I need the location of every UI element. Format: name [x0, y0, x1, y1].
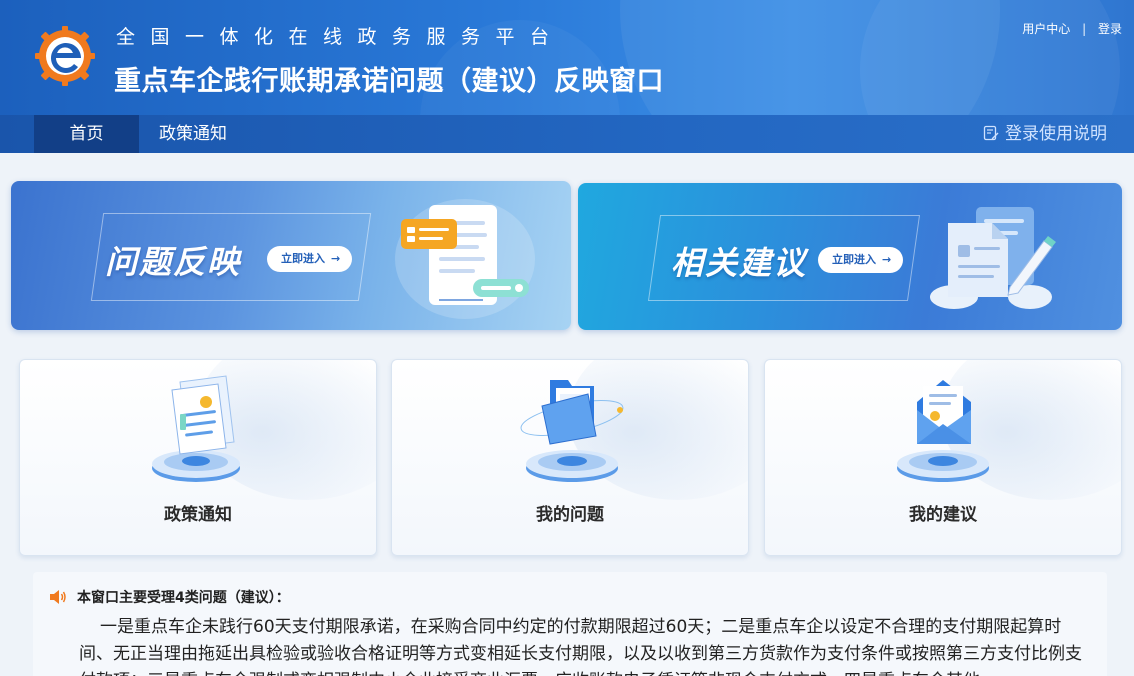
issue-report-enter-button[interactable]: 立即进入 →: [267, 246, 353, 272]
issue-report-banner[interactable]: 问题反映 立即进入 →: [11, 181, 571, 330]
notice-heading-text: 本窗口主要受理4类问题（建议）：: [77, 590, 290, 606]
main-nav: 首页 政策通知 登录使用说明: [0, 115, 1134, 153]
arrow-right-icon: →: [882, 253, 892, 266]
notice-panel: 本窗口主要受理4类问题（建议）： 一是重点车企未践行60天支付期限承诺，在采购合…: [33, 572, 1107, 676]
user-center-link[interactable]: 用户中心: [1022, 22, 1070, 36]
banner-title: 问题反映: [105, 243, 242, 281]
login-link[interactable]: 登录: [1098, 22, 1122, 36]
policy-notice-card[interactable]: 政策通知: [19, 359, 377, 556]
my-issues-card[interactable]: 我的问题: [391, 359, 749, 556]
header-decoration: [860, 0, 1120, 115]
link-separator: |: [1082, 22, 1087, 36]
card-label: 我的建议: [909, 505, 977, 525]
site-header: 全国一体化在线政务服务平台 重点车企践行账期承诺问题（建议）反映窗口 用户中心 …: [0, 0, 1134, 115]
document-certificate-icon: [152, 375, 240, 482]
edit-document-icon: [983, 125, 999, 141]
envelope-letter-icon: [897, 380, 989, 482]
suggestion-enter-button[interactable]: 立即进入 →: [818, 247, 904, 273]
notice-body: 一是重点车企未践行60天支付期限承诺，在采购合同中约定的付款期限超过60天；二是…: [79, 617, 1082, 676]
nav-item-policy[interactable]: 政策通知: [148, 115, 238, 153]
card-label: 我的问题: [536, 505, 604, 525]
platform-name: 全国一体化在线政务服务平台: [116, 26, 565, 48]
speaker-icon: [50, 590, 66, 604]
banner-title: 相关建议: [671, 244, 808, 282]
notice-heading: 本窗口主要受理4类问题（建议）：: [49, 587, 290, 607]
enter-button-label: 立即进入: [281, 252, 325, 265]
suggestion-banner[interactable]: 相关建议 立即进入 →: [578, 183, 1122, 330]
my-suggestions-card[interactable]: 我的建议: [764, 359, 1122, 556]
enter-button-label: 立即进入: [832, 253, 876, 266]
card-label: 政策通知: [164, 505, 232, 525]
document-chat-icon: [395, 199, 535, 319]
login-help-label: 登录使用说明: [1005, 124, 1107, 144]
login-help-link[interactable]: 登录使用说明: [983, 115, 1107, 153]
nav-item-home[interactable]: 首页: [34, 115, 139, 153]
platform-logo-icon: [35, 26, 95, 86]
top-links: 用户中心 | 登录: [1022, 20, 1122, 37]
arrow-right-icon: →: [331, 252, 341, 265]
folder-icon: [520, 380, 624, 482]
document-pen-icon: [930, 207, 1056, 309]
page-title: 重点车企践行账期承诺问题（建议）反映窗口: [114, 66, 664, 97]
